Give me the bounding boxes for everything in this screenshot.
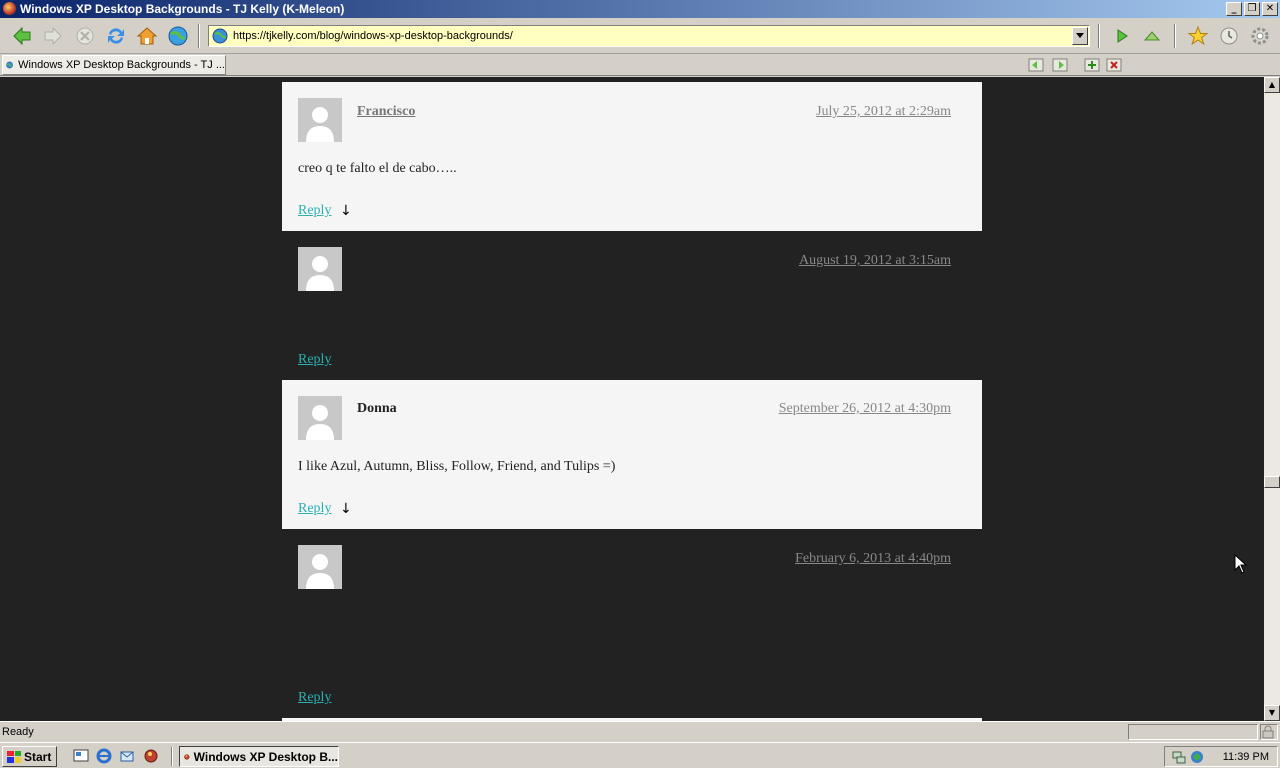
stop-button[interactable] [73,24,97,48]
triangle-up-icon [1143,31,1161,41]
tab-bar: Windows XP Desktop Backgrounds - TJ ... [0,54,1280,76]
reply-link[interactable]: Reply [298,352,331,368]
chevron-down-icon [1076,33,1084,38]
maximize-button[interactable]: ❐ [1244,2,1260,16]
preferences-button[interactable] [1248,24,1272,48]
down-arrow-icon: ↓ [340,203,352,219]
page-viewport[interactable]: Francisco July 25, 2012 at 2:29am creo q… [0,77,1264,721]
prev-tab-button[interactable] [1028,57,1044,73]
minimize-button[interactable]: _ [1226,2,1242,16]
close-tab-icon [1106,58,1122,72]
close-button[interactable]: ✕ [1262,2,1278,16]
taskbar-window-label: Windows XP Desktop B... [193,749,338,764]
comment-date-link[interactable]: July 25, 2012 at 2:29am [816,104,951,120]
back-button[interactable] [10,24,34,48]
k-meleon-icon[interactable] [143,748,159,764]
taskbar-clock[interactable]: 11:39 PM [1223,751,1269,763]
show-desktop-icon[interactable] [73,748,89,764]
go-button[interactable] [1110,24,1134,48]
avatar [298,396,342,440]
comment-text: creo q te falto el de cabo….. [298,161,457,176]
up-level-button[interactable] [1140,24,1164,48]
comment-francisco: Francisco July 25, 2012 at 2:29am creo q… [282,82,982,231]
address-bar[interactable] [208,25,1090,47]
status-pane [1128,724,1258,740]
url-input[interactable] [228,27,1072,45]
start-button[interactable]: Start [2,746,57,767]
stop-icon [76,27,94,45]
mouse-cursor-icon [1234,554,1248,574]
tab-back-icon [1028,58,1044,72]
tab-globe-icon [6,61,13,69]
tab-active[interactable]: Windows XP Desktop Backgrounds - TJ ... [2,55,226,75]
comment-date-link[interactable]: August 19, 2012 at 3:15am [799,253,951,269]
down-arrow-icon: ↓ [340,501,352,517]
comment-text: I like Azul, Autumn, Bliss, Follow, Frie… [298,459,616,474]
home-button[interactable] [135,24,159,48]
site-globe-icon [212,28,228,44]
tab-forward-icon [1052,58,1068,72]
reply-link[interactable]: Reply [298,203,331,219]
comment-author[interactable]: Francisco [357,104,415,120]
scroll-up-button[interactable]: ▲ [1264,77,1280,93]
scroll-thumb[interactable] [1264,476,1280,488]
close-tab-button[interactable] [1106,57,1122,73]
avatar [298,247,342,291]
k-meleon-task-icon [184,753,190,760]
comment-author: Donna [357,401,397,416]
comment-anonymous: February 6, 2013 at 4:40pm Reply [282,529,982,719]
next-tab-button[interactable] [1052,57,1068,73]
status-security-pane [1260,724,1278,740]
play-icon [1117,29,1128,43]
reply-link[interactable]: Reply [298,690,331,706]
url-history-dropdown[interactable] [1072,27,1088,45]
reload-icon [108,28,124,44]
gear-icon [1251,27,1269,45]
default-avatar-icon [306,256,334,291]
avatar [298,98,342,142]
default-avatar-icon [306,107,334,142]
taskbar-window-button[interactable]: Windows XP Desktop B... [179,746,339,767]
browse-button[interactable] [166,24,190,48]
comment-anonymous: August 19, 2012 at 3:15am Reply [282,231,982,380]
scroll-down-button[interactable]: ▼ [1264,705,1280,721]
security-tray-icon[interactable] [1189,749,1205,765]
star-icon [1187,25,1209,46]
forward-button[interactable] [41,24,65,48]
lock-icon [1262,725,1274,739]
vertical-scrollbar[interactable]: ▲ ▼ [1264,77,1280,721]
status-text: Ready [2,726,34,738]
window-title-bar: Windows XP Desktop Backgrounds - TJ Kell… [0,0,1280,18]
k-meleon-app-icon[interactable] [3,2,16,15]
taskbar: Start Windows XP Desktop B... 11:39 PM [0,742,1280,768]
globe-icon [168,26,188,46]
comment-date-link[interactable]: September 26, 2012 at 4:30pm [779,401,951,417]
avatar [298,545,342,589]
default-avatar-icon [306,405,334,440]
home-icon [136,27,158,45]
windows-logo-icon [7,750,21,763]
bookmarks-button[interactable] [1186,24,1210,48]
window-title: Windows XP Desktop Backgrounds - TJ Kell… [20,2,345,16]
internet-explorer-icon[interactable] [96,748,112,764]
new-tab-button[interactable] [1084,57,1100,73]
reply-link[interactable]: Reply [298,501,331,517]
forward-arrow-icon [44,26,62,46]
new-tab-icon [1084,58,1100,72]
navigation-toolbar [0,18,1280,54]
back-arrow-icon [13,26,31,46]
default-avatar-icon [306,554,334,589]
tab-label: Windows XP Desktop Backgrounds - TJ ... [18,59,225,71]
network-tray-icon[interactable] [1171,749,1187,765]
system-tray: 11:39 PM [1164,746,1278,767]
comment-date-link[interactable]: February 6, 2013 at 4:40pm [795,551,951,567]
status-bar: Ready [0,721,1280,742]
outlook-express-icon[interactable] [119,748,135,764]
comment-donna: Donna September 26, 2012 at 4:30pm I lik… [282,380,982,529]
clock-icon [1220,27,1238,45]
start-label: Start [24,749,52,764]
reload-button[interactable] [104,24,128,48]
history-button[interactable] [1217,24,1241,48]
